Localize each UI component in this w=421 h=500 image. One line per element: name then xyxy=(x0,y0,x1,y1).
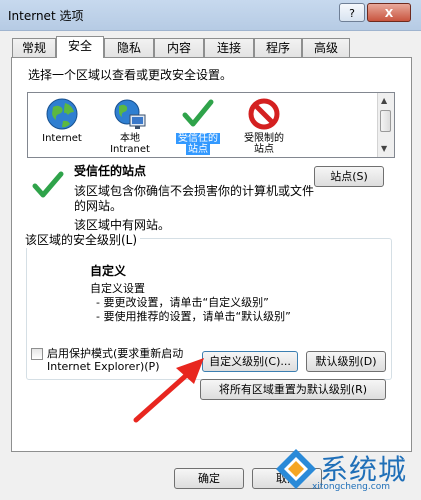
tab-security[interactable]: 安全 xyxy=(56,36,104,58)
zone-prompt: 选择一个区域以查看或更改安全设置。 xyxy=(28,68,233,82)
checkmark-icon xyxy=(182,99,214,127)
checkmark-icon xyxy=(32,171,64,198)
zone-label: Intranet xyxy=(110,144,150,155)
default-level-button[interactable]: 默认级别(D) xyxy=(306,351,386,372)
scroll-up-icon[interactable]: ▲ xyxy=(381,96,387,105)
selected-zone-title: 受信任的站点 xyxy=(74,164,147,178)
sites-button[interactable]: 站点(S) xyxy=(314,166,384,187)
zone-list[interactable]: Internet 本地 Intranet 受信任的 站点 受限制的 站点 ▲ ▼ xyxy=(27,92,395,158)
zone-local-intranet[interactable]: 本地 Intranet xyxy=(100,97,160,155)
intranet-icon xyxy=(114,99,146,129)
security-level-name: 自定义 xyxy=(90,264,127,278)
tab-advanced[interactable]: 高级 xyxy=(302,38,350,57)
help-button[interactable]: ? xyxy=(339,3,365,22)
restricted-icon xyxy=(248,98,280,130)
zone-label: 本地 xyxy=(120,133,140,144)
security-level-line: - 要使用推荐的设置，请单击“默认级别” xyxy=(96,310,291,323)
reset-all-zones-button[interactable]: 将所有区域重置为默认级别(R) xyxy=(200,379,386,400)
zone-description: 该区域包含你确信不会损害你的计算机或文件的网站。 xyxy=(74,184,315,213)
zone-label: 站点 xyxy=(254,144,274,155)
zone-internet[interactable]: Internet xyxy=(32,97,92,155)
globe-icon xyxy=(46,98,78,130)
internet-options-window: Internet 选项 ? X 常规 安全 隐私 内容 连接 程序 高级 选择一… xyxy=(0,0,421,500)
tab-programs[interactable]: 程序 xyxy=(254,38,302,57)
protected-mode-checkbox[interactable] xyxy=(31,348,43,360)
zone-trusted-sites[interactable]: 受信任的 站点 xyxy=(168,97,228,155)
protected-mode-label: 启用保护模式(要求重新启动 Internet Explorer)(P) xyxy=(47,347,207,373)
protected-mode-line: Internet Explorer)(P) xyxy=(47,360,160,373)
zone-label: 站点 xyxy=(186,144,210,155)
tab-privacy[interactable]: 隐私 xyxy=(104,38,154,57)
zone-label: Internet xyxy=(42,133,82,144)
zone-label: 受信任的 xyxy=(176,133,220,144)
watermark-url: xitongcheng.com xyxy=(312,482,390,492)
tab-connections[interactable]: 连接 xyxy=(204,38,254,57)
window-title: Internet 选项 xyxy=(8,9,84,23)
zone-label: 受限制的 xyxy=(244,133,284,144)
security-panel: 选择一个区域以查看或更改安全设置。 Internet 本地 Intranet 受… xyxy=(11,57,412,452)
security-level-label: 该区域的安全级别(L) xyxy=(22,231,141,248)
tab-content[interactable]: 内容 xyxy=(154,38,204,57)
zone-restricted-sites[interactable]: 受限制的 站点 xyxy=(234,97,294,155)
title-bar: Internet 选项 ? X xyxy=(0,0,421,31)
zone-list-scrollbar[interactable]: ▲ ▼ xyxy=(377,93,394,157)
custom-level-button[interactable]: 自定义级别(C)... xyxy=(202,351,298,372)
scroll-thumb[interactable] xyxy=(380,110,391,132)
ok-button[interactable]: 确定 xyxy=(174,468,244,489)
protected-mode-line: 启用保护模式(要求重新启动 xyxy=(47,347,184,360)
scroll-down-icon[interactable]: ▼ xyxy=(381,144,387,153)
close-button[interactable]: X xyxy=(367,3,411,22)
tab-general[interactable]: 常规 xyxy=(12,38,56,57)
